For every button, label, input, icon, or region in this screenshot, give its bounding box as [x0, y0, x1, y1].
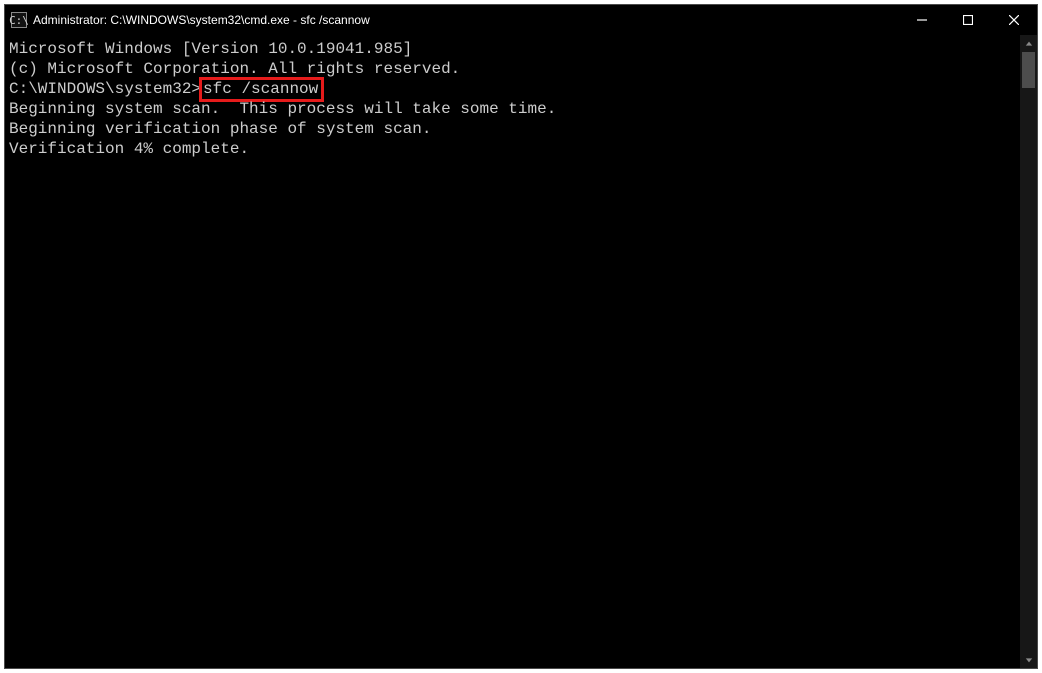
window-title: Administrator: C:\WINDOWS\system32\cmd.e…: [33, 13, 370, 27]
vertical-scrollbar[interactable]: [1020, 35, 1037, 668]
client-area: Microsoft Windows [Version 10.0.19041.98…: [5, 35, 1037, 668]
window-controls: [899, 5, 1037, 35]
scroll-up-button[interactable]: [1020, 35, 1037, 52]
output-line: (c) Microsoft Corporation. All rights re…: [9, 59, 1020, 79]
output-line: Verification 4% complete.: [9, 139, 1020, 159]
prompt-line: C:\WINDOWS\system32>sfc /scannow: [9, 79, 1020, 99]
output-line: Beginning system scan. This process will…: [9, 99, 1020, 119]
scroll-thumb[interactable]: [1022, 52, 1035, 88]
scroll-down-button[interactable]: [1020, 651, 1037, 668]
scroll-track[interactable]: [1020, 52, 1037, 651]
close-button[interactable]: [991, 5, 1037, 35]
output-line: Beginning verification phase of system s…: [9, 119, 1020, 139]
cmd-window: C:\ Administrator: C:\WINDOWS\system32\c…: [4, 4, 1038, 669]
terminal-output[interactable]: Microsoft Windows [Version 10.0.19041.98…: [5, 35, 1020, 668]
prompt-path: C:\WINDOWS\system32>: [9, 80, 201, 98]
titlebar[interactable]: C:\ Administrator: C:\WINDOWS\system32\c…: [5, 5, 1037, 35]
maximize-button[interactable]: [945, 5, 991, 35]
output-line: Microsoft Windows [Version 10.0.19041.98…: [9, 39, 1020, 59]
titlebar-left: C:\ Administrator: C:\WINDOWS\system32\c…: [5, 12, 370, 28]
cmd-icon: C:\: [11, 12, 27, 28]
minimize-button[interactable]: [899, 5, 945, 35]
